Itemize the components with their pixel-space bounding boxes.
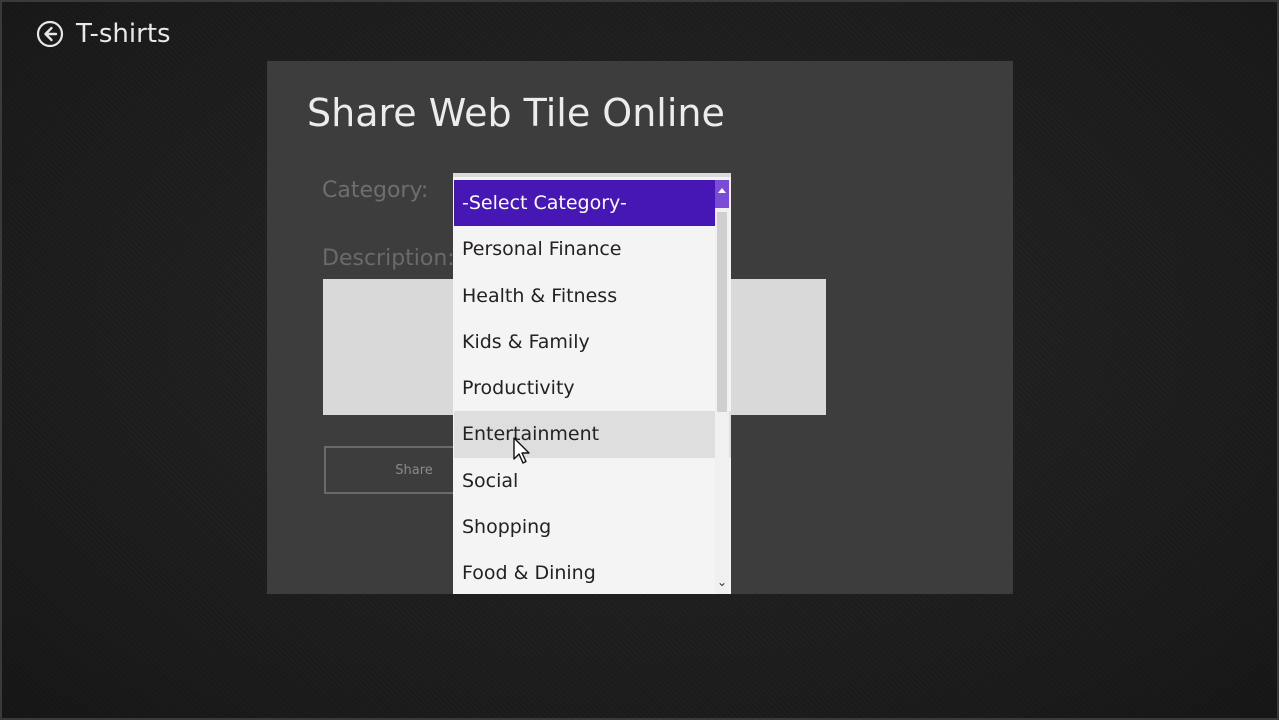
category-option-personal-finance[interactable]: Personal Finance: [454, 226, 716, 272]
scroll-down-icon[interactable]: ⌄: [715, 574, 729, 590]
scroll-thumb[interactable]: [717, 212, 727, 412]
scroll-up-icon[interactable]: [715, 180, 729, 208]
category-option-entertainment[interactable]: Entertainment: [454, 411, 731, 458]
category-option-kids-family[interactable]: Kids & Family: [454, 319, 716, 365]
app-window: T-shirts Share Web Tile Online Category:…: [0, 0, 1279, 720]
category-option-health-fitness[interactable]: Health & Fitness: [454, 273, 716, 319]
category-option-select-category[interactable]: -Select Category-: [454, 180, 716, 227]
category-option-productivity[interactable]: Productivity: [454, 365, 716, 411]
app-title: T-shirts: [76, 19, 171, 49]
description-label: Description:: [322, 246, 455, 271]
top-bar: T-shirts: [36, 16, 171, 52]
dialog-title: Share Web Tile Online: [307, 91, 725, 135]
category-option-shopping[interactable]: Shopping: [454, 504, 716, 550]
dropdown-scrollbar[interactable]: ⌄: [715, 180, 729, 594]
category-dropdown[interactable]: -Select Category- Personal Finance Health …: [453, 173, 731, 594]
back-arrow-circle-icon[interactable]: [36, 20, 64, 48]
category-option-social[interactable]: Social: [454, 458, 716, 504]
category-option-food-dining[interactable]: Food & Dining: [454, 550, 716, 594]
category-options-list: -Select Category- Personal Finance Health …: [454, 180, 731, 594]
category-label: Category:: [322, 178, 429, 203]
